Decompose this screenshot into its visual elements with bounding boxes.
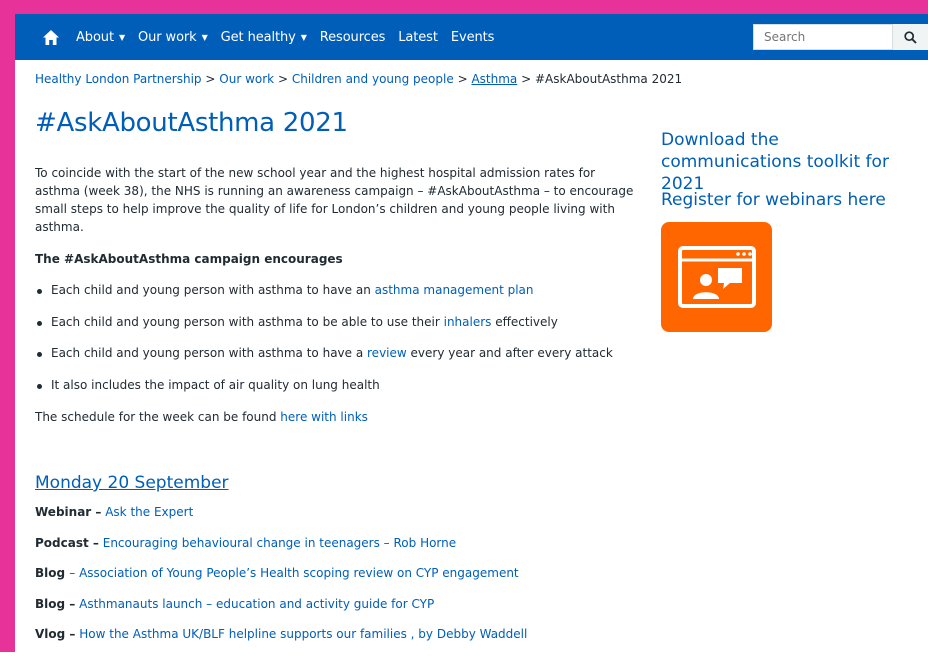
entry-link[interactable]: Encouraging behavioural change in teenag… <box>103 536 456 550</box>
bullet-dot <box>37 320 42 326</box>
entry-type: Blog <box>35 566 70 580</box>
list-item: Podcast – Encouraging behavioural change… <box>35 536 527 567</box>
schedule-text: The schedule for the week can be found h… <box>35 410 368 424</box>
bullet-text: effectively <box>491 314 558 329</box>
page-frame-left <box>0 0 15 652</box>
nav-our-work[interactable]: Our work ▼ <box>138 30 208 45</box>
asthma-management-plan-link[interactable]: asthma management plan <box>375 283 534 297</box>
home-icon[interactable] <box>39 25 63 49</box>
schedule-label: The schedule for the week can be found <box>35 410 281 424</box>
nav-get-healthy[interactable]: Get healthy ▼ <box>221 30 307 45</box>
download-toolkit-link[interactable]: Download the communications toolkit for … <box>661 129 921 195</box>
day-heading-monday[interactable]: Monday 20 September <box>35 473 229 493</box>
bullet-text: every year and after every attack <box>406 346 613 360</box>
search-button[interactable] <box>893 24 928 50</box>
breadcrumb-separator: > <box>205 72 216 86</box>
breadcrumb: Healthy London Partnership > Our work > … <box>35 72 682 86</box>
nav-resources[interactable]: Resources <box>320 30 386 45</box>
breadcrumb-our-work[interactable]: Our work <box>219 72 274 86</box>
list-item: Blog – Asthmanauts launch – education an… <box>35 597 527 628</box>
search-icon <box>904 30 917 44</box>
breadcrumb-separator: > <box>457 72 468 86</box>
bullet-text: Each child and young person with asthma … <box>51 283 375 297</box>
list-item: Webinar – Ask the Expert <box>35 505 527 536</box>
nav-about[interactable]: About ▼ <box>76 30 125 45</box>
bullet-text: Each child and young person with asthma … <box>51 314 444 329</box>
list-item: Vlog – How the Asthma UK/BLF helpline su… <box>35 627 527 658</box>
bullet-dot <box>37 289 42 294</box>
breadcrumb-healthy-london[interactable]: Healthy London Partnership <box>35 72 202 86</box>
entry-type: Webinar – <box>35 505 102 519</box>
review-link[interactable]: review <box>367 346 407 360</box>
list-item: Each child and young person with asthma … <box>35 346 613 378</box>
nav-events[interactable]: Events <box>451 30 495 45</box>
page-frame-top <box>0 0 928 14</box>
day-entries: Webinar – Ask the Expert Podcast – Encou… <box>35 505 527 658</box>
list-item: Blog – Association of Young People’s Hea… <box>35 566 527 597</box>
entry-link[interactable]: How the Asthma UK/BLF helpline supports … <box>79 627 527 641</box>
webinar-presenter-icon <box>677 246 756 308</box>
breadcrumb-separator: > <box>521 72 532 86</box>
bullet-dot <box>37 352 42 357</box>
nav-about-label: About <box>76 29 114 45</box>
list-item: Each child and young person with asthma … <box>35 315 613 347</box>
breadcrumb-asthma[interactable]: Asthma <box>471 72 517 86</box>
register-webinars-link[interactable]: Register for webinars here <box>661 189 886 211</box>
entry-type: Blog – <box>35 596 76 611</box>
list-item: Each child and young person with asthma … <box>35 283 613 315</box>
entry-link[interactable]: – Association of Young People’s Health s… <box>69 566 518 580</box>
chevron-down-icon: ▼ <box>300 32 307 42</box>
campaign-bullet-list: Each child and young person with asthma … <box>35 283 613 409</box>
intro-paragraph: To coincide with the start of the new sc… <box>35 166 634 234</box>
schedule-link[interactable]: here with links <box>280 410 368 424</box>
nav-latest[interactable]: Latest <box>398 30 438 45</box>
main-navbar: About ▼ Our work ▼ Get healthy ▼ Resources … <box>15 14 928 60</box>
bullet-text: Each child and young person with asthma … <box>51 346 368 360</box>
breadcrumb-separator: > <box>277 72 288 86</box>
breadcrumb-children[interactable]: Children and young people <box>292 72 454 86</box>
bullet-text: It also includes the impact of air quali… <box>51 377 380 392</box>
webinar-tile[interactable] <box>661 222 772 332</box>
chevron-down-icon: ▼ <box>201 32 208 42</box>
search-input[interactable] <box>753 24 893 50</box>
breadcrumb-current: #AskAboutAsthma 2021 <box>535 72 683 86</box>
nav-our-work-label: Our work <box>138 29 197 45</box>
page-title: #AskAboutAsthma 2021 <box>35 108 348 138</box>
entry-type: Podcast – <box>35 535 99 550</box>
entry-link[interactable]: Ask the Expert <box>105 505 193 519</box>
campaign-heading: The #AskAboutAsthma campaign encourages <box>35 252 343 266</box>
inhalers-link[interactable]: inhalers <box>444 315 492 329</box>
nav-get-healthy-label: Get healthy <box>220 29 296 45</box>
list-item: It also includes the impact of air quali… <box>35 378 613 410</box>
chevron-down-icon: ▼ <box>118 32 125 42</box>
entry-type: Vlog – <box>35 627 76 641</box>
bullet-dot <box>37 383 42 389</box>
entry-link[interactable]: Asthmanauts launch – education and activ… <box>79 597 434 611</box>
